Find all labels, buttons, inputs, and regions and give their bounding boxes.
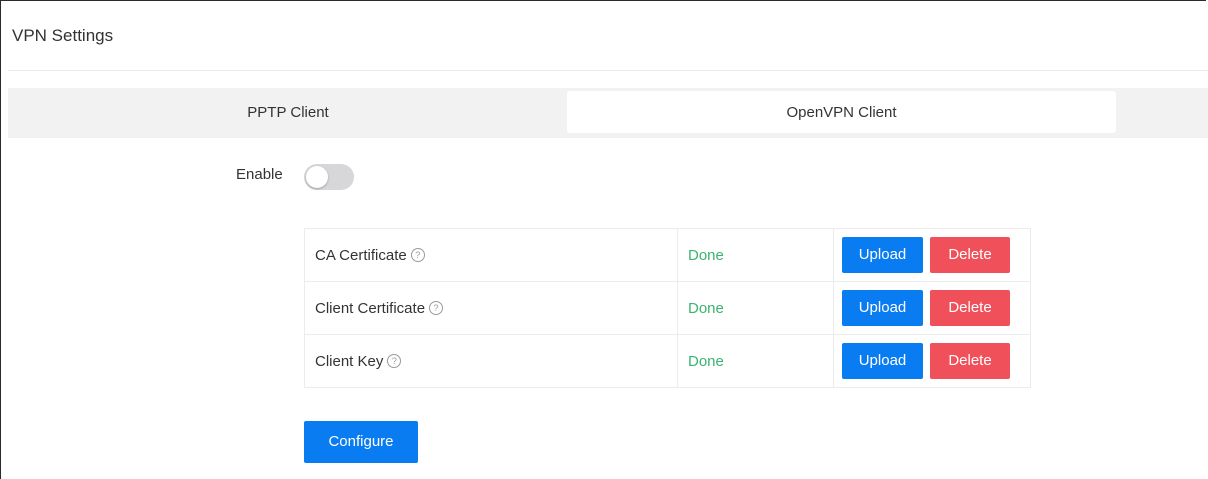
cert-actions-cell: Upload Delete [833, 334, 1031, 388]
enable-label: Enable [236, 166, 283, 183]
page-title: VPN Settings [12, 26, 114, 45]
delete-button[interactable]: Delete [930, 290, 1010, 326]
title-divider [8, 70, 1208, 71]
tab-bar: PPTP Client OpenVPN Client [8, 88, 1208, 138]
certificate-table: CA Certificate? Done Upload Delete Client… [304, 228, 1031, 388]
cert-name: CA Certificate [315, 246, 407, 264]
table-row: CA Certificate? Done Upload Delete [304, 228, 1031, 282]
configure-button[interactable]: Configure [304, 421, 418, 463]
cert-name: Client Key [315, 352, 384, 370]
cert-status: Done [677, 228, 834, 282]
enable-toggle[interactable] [304, 164, 354, 190]
delete-button[interactable]: Delete [930, 237, 1010, 273]
tab-pptp-client[interactable]: PPTP Client [8, 91, 568, 133]
table-row: Client Certificate? Done Upload Delete [304, 281, 1031, 335]
upload-button[interactable]: Upload [842, 237, 923, 273]
help-circle-icon[interactable]: ? [410, 247, 425, 262]
delete-button[interactable]: Delete [930, 343, 1010, 379]
cert-name: Client Certificate [315, 299, 426, 317]
cert-name-cell: Client Key? [304, 334, 678, 388]
cert-actions-cell: Upload Delete [833, 281, 1031, 335]
cert-status: Done [677, 334, 834, 388]
cert-name-cell: CA Certificate? [304, 228, 678, 282]
upload-button[interactable]: Upload [842, 343, 923, 379]
cert-name-cell: Client Certificate? [304, 281, 678, 335]
cert-status: Done [677, 281, 834, 335]
help-circle-icon[interactable]: ? [429, 300, 444, 315]
cert-actions-cell: Upload Delete [833, 228, 1031, 282]
toggle-knob [306, 166, 328, 188]
tab-openvpn-client[interactable]: OpenVPN Client [567, 91, 1116, 133]
table-row: Client Key? Done Upload Delete [304, 334, 1031, 388]
upload-button[interactable]: Upload [842, 290, 923, 326]
help-circle-icon[interactable]: ? [387, 353, 402, 368]
